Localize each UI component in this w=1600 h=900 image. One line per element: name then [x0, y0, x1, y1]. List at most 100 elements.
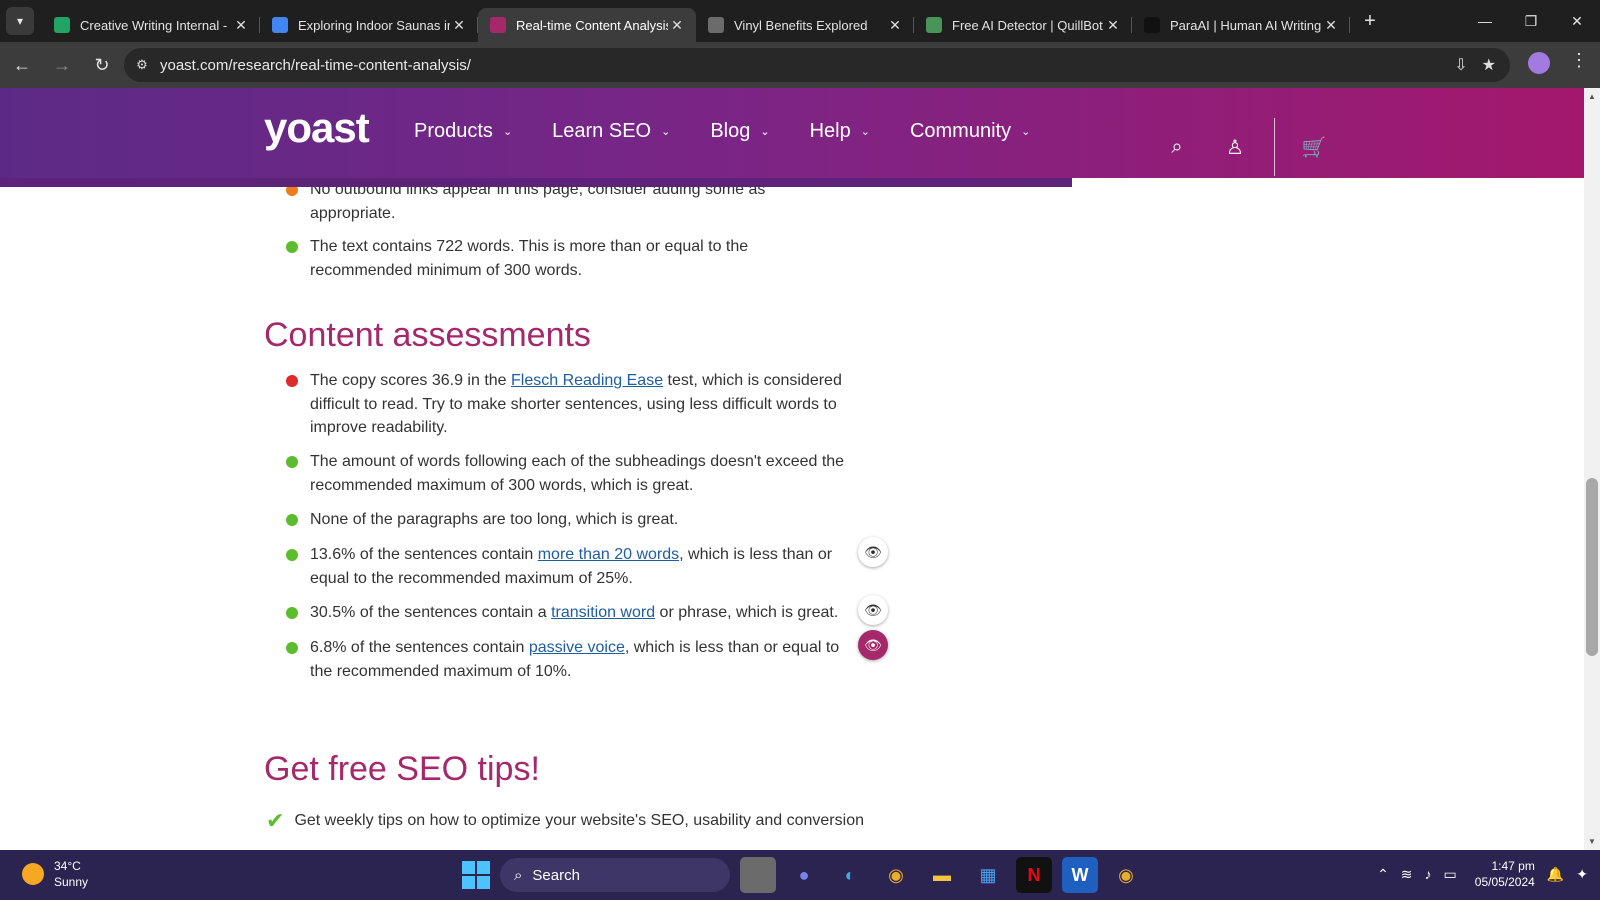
battery-icon[interactable]: ▭ — [1444, 866, 1457, 883]
file-explorer-icon[interactable]: ▬ — [924, 857, 960, 893]
browser-tab[interactable]: ParaAI | Human AI Writing ✕ — [1132, 8, 1350, 42]
reload-button[interactable]: ↻ — [84, 47, 120, 83]
highlight-long-sentences-button[interactable]: 👁 — [858, 537, 888, 567]
chrome-profile-icon[interactable]: ◉ — [1108, 857, 1144, 893]
nav-community[interactable]: Community ⌄ — [910, 120, 1030, 143]
eye-icon: 👁 — [864, 543, 882, 560]
status-dot-green — [286, 642, 298, 654]
browser-tab[interactable]: Vinyl Benefits Explored ✕ — [696, 8, 914, 42]
word-icon[interactable]: W — [1062, 857, 1098, 893]
chatgpt-icon — [708, 17, 724, 33]
status-dot-green — [286, 241, 298, 253]
assessment-item: 13.6% of the sentences contain more than… — [286, 543, 850, 590]
netflix-icon[interactable]: N — [1016, 857, 1052, 893]
close-tab-icon[interactable]: ✕ — [886, 17, 904, 34]
close-tab-icon[interactable]: ✕ — [232, 17, 250, 34]
nav-help[interactable]: Help ⌄ — [810, 120, 870, 143]
windows-start-icon[interactable] — [462, 861, 490, 889]
weather-condition: Sunny — [54, 875, 89, 889]
status-dot-red — [286, 375, 298, 387]
taskbar-search[interactable]: ⌕ Search — [500, 858, 730, 892]
chrome-icon[interactable]: ◉ — [878, 857, 914, 893]
account-icon[interactable]: ♙ — [1206, 135, 1264, 160]
weather-widget[interactable]: 34°C Sunny — [22, 858, 88, 890]
more-than-20-words-link[interactable]: more than 20 words — [538, 546, 679, 563]
content-assessments-heading: Content assessments — [264, 316, 591, 354]
system-tray: ⌃ ≋ ♪ ▭ 1:47 pm 05/05/2024 🔔 ✦ — [1377, 858, 1588, 890]
status-dot-green — [286, 514, 298, 526]
nav-products[interactable]: Products ⌄ — [414, 120, 512, 143]
arrow-left-icon: ← — [13, 54, 31, 75]
flesch-reading-ease-link[interactable]: Flesch Reading Ease — [511, 372, 663, 389]
chevron-down-icon: ⌄ — [860, 126, 870, 138]
cart-icon[interactable]: 🛒 — [1285, 135, 1343, 160]
clock[interactable]: 1:47 pm 05/05/2024 — [1475, 858, 1535, 890]
nav-blog[interactable]: Blog ⌄ — [710, 120, 769, 143]
highlight-passive-voice-button[interactable]: 👁 — [858, 630, 888, 660]
edge-icon[interactable]: ◐ — [832, 857, 868, 893]
status-dot-green — [286, 607, 298, 619]
browser-tab-strip: ▾ Creative Writing Internal - ✕ Exploring … — [0, 0, 1600, 42]
tab-search-button[interactable]: ▾ — [6, 7, 34, 35]
tips-item-text: Get weekly tips on how to optimize your … — [294, 812, 864, 829]
wifi-icon[interactable]: ≋ — [1401, 866, 1413, 883]
scrollbar-thumb[interactable] — [1586, 478, 1598, 656]
close-tab-icon[interactable]: ✕ — [1104, 17, 1122, 34]
passive-voice-link[interactable]: passive voice — [529, 639, 625, 656]
notifications-bell-icon[interactable]: 🔔 — [1547, 866, 1564, 883]
site-header: yoast Products ⌄ Learn SEO ⌄ Blog ⌄ Help ⌄ C… — [0, 88, 1584, 178]
transition-word-link[interactable]: transition word — [551, 604, 655, 621]
tab-list: Creative Writing Internal - ✕ Exploring In… — [42, 0, 1350, 42]
assessment-text: 30.5% of the sentences contain a transit… — [310, 604, 839, 621]
browser-tab[interactable]: Free AI Detector | QuillBot ✕ — [914, 8, 1132, 42]
close-tab-icon[interactable]: ✕ — [450, 17, 468, 34]
browser-tab[interactable]: Creative Writing Internal - ✕ — [42, 8, 260, 42]
sun-icon — [22, 863, 44, 885]
profile-avatar[interactable] — [1528, 52, 1550, 74]
quillbot-icon — [926, 17, 942, 33]
site-info-icon[interactable]: ⚙ — [124, 57, 160, 73]
browser-tab[interactable]: Exploring Indoor Saunas in ✕ — [260, 8, 478, 42]
sheets-icon — [54, 17, 70, 33]
install-app-icon[interactable]: ⇩ — [1454, 55, 1467, 75]
chevron-down-icon: ▾ — [16, 14, 24, 28]
close-tab-icon[interactable]: ✕ — [1322, 17, 1340, 34]
browser-tab[interactable]: Real-time Content Analysis ✕ — [478, 8, 696, 42]
chevron-down-icon: ⌄ — [1021, 126, 1031, 138]
bookmark-star-icon[interactable]: ★ — [1482, 55, 1496, 75]
new-tab-button[interactable]: + — [1356, 7, 1384, 35]
search-icon[interactable]: ⌕ — [1148, 136, 1206, 159]
browser-menu-icon[interactable]: ⋮ — [1570, 50, 1588, 71]
scroll-up-icon[interactable]: ▲ — [1588, 92, 1596, 101]
volume-icon[interactable]: ♪ — [1425, 866, 1432, 882]
scroll-down-icon[interactable]: ▼ — [1588, 837, 1596, 846]
highlight-transition-words-button[interactable]: 👁 — [858, 595, 888, 625]
microsoft-store-icon[interactable]: ▦ — [970, 857, 1006, 893]
address-bar[interactable]: ⚙ yoast.com/research/real-time-content-a… — [124, 48, 1510, 82]
tab-title: Exploring Indoor Saunas in — [298, 17, 450, 33]
chevron-up-icon[interactable]: ⌃ — [1377, 866, 1389, 883]
minimize-button[interactable]: — — [1462, 0, 1508, 42]
tab-title: Creative Writing Internal - — [80, 17, 228, 33]
page-scrollbar[interactable]: ▲ ▼ — [1584, 88, 1600, 850]
back-button[interactable]: ← — [4, 47, 40, 83]
assessment-item: 30.5% of the sentences contain a transit… — [286, 601, 870, 625]
assessment-item: 6.8% of the sentences contain passive vo… — [286, 636, 850, 683]
task-view-icon[interactable] — [740, 857, 776, 893]
copilot-icon[interactable]: ✦ — [1576, 866, 1588, 883]
para-icon — [1144, 17, 1160, 33]
yoast-logo[interactable]: yoast — [264, 104, 370, 152]
eye-icon: 👁 — [864, 636, 882, 653]
url-text[interactable]: yoast.com/research/real-time-content-ana… — [160, 57, 1454, 74]
close-window-button[interactable]: ✕ — [1554, 0, 1600, 42]
header-underline-bar — [0, 178, 1072, 187]
restore-button[interactable]: ❐ — [1508, 0, 1554, 42]
header-divider — [1274, 118, 1275, 176]
assessment-text: None of the paragraphs are too long, whi… — [310, 511, 679, 528]
meet-icon[interactable]: ● — [786, 857, 822, 893]
nav-learn-seo[interactable]: Learn SEO ⌄ — [552, 120, 670, 143]
yoast-icon — [490, 17, 506, 33]
close-tab-icon[interactable]: ✕ — [668, 17, 686, 34]
forward-button[interactable]: → — [44, 47, 80, 83]
chevron-down-icon: ⌄ — [661, 126, 671, 138]
